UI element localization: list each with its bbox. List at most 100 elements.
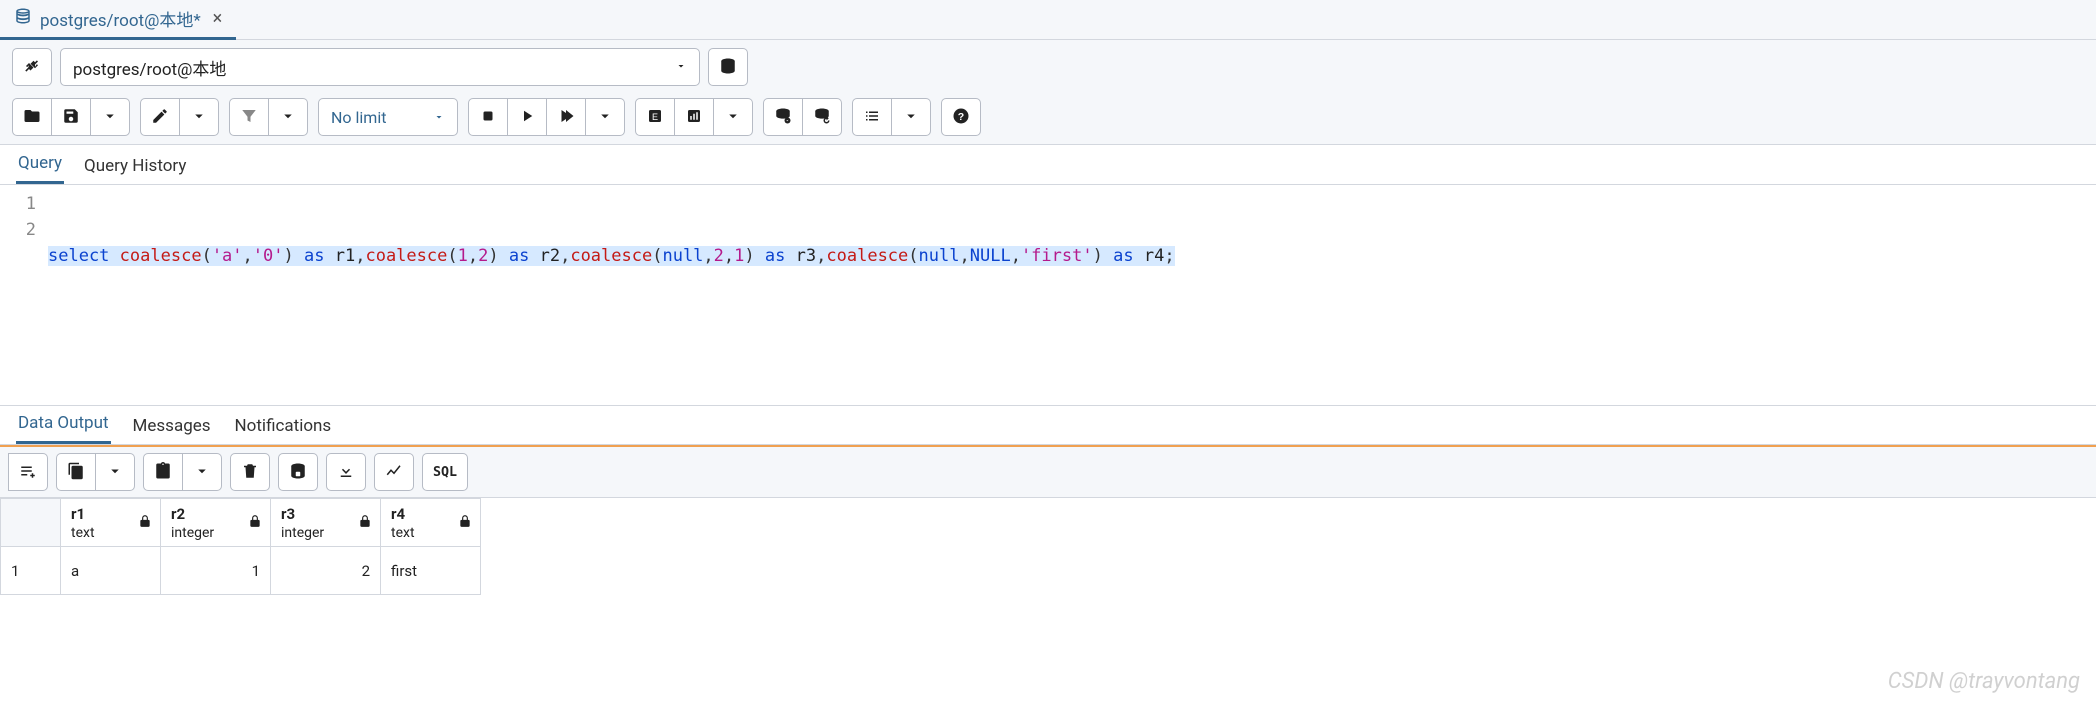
execute-dropdown-button[interactable] (586, 98, 625, 136)
chevron-down-icon (279, 107, 297, 128)
execute-script-button[interactable] (547, 98, 586, 136)
clipboard-icon (154, 462, 172, 483)
cell[interactable]: 2 (271, 547, 381, 595)
chevron-down-icon (596, 107, 614, 128)
copy-dropdown-button[interactable] (96, 453, 135, 491)
server-button[interactable] (708, 48, 748, 86)
column-header[interactable]: r4text (381, 499, 481, 547)
macros-button[interactable] (852, 98, 892, 136)
filter-button[interactable] (229, 98, 269, 136)
copy-button[interactable] (56, 453, 96, 491)
editor-code[interactable]: select coalesce('a','0') as r1,coalesce(… (48, 185, 2096, 405)
cell[interactable]: 1 (161, 547, 271, 595)
chevron-down-icon (101, 107, 119, 128)
connection-value: postgres/root@本地 (73, 55, 226, 80)
save-button[interactable] (52, 98, 91, 136)
file-tab-title: postgres/root@本地* (40, 6, 201, 31)
add-row-button[interactable] (8, 453, 48, 491)
database-icon (719, 57, 737, 78)
main-toolbar: No limit E (0, 94, 2096, 145)
help-icon: ? (952, 107, 970, 128)
save-icon (62, 107, 80, 128)
play-script-icon (557, 107, 575, 128)
tab-notifications[interactable]: Notifications (233, 408, 334, 444)
column-name: r3 (281, 505, 370, 523)
connection-bar: postgres/root@本地 (0, 40, 2096, 94)
connection-status-button[interactable] (12, 48, 52, 86)
column-type: text (71, 525, 95, 541)
file-tab-bar: postgres/root@本地* × (0, 0, 2096, 40)
paste-button[interactable] (143, 453, 183, 491)
tab-query[interactable]: Query (16, 145, 64, 184)
tab-data-output[interactable]: Data Output (16, 405, 111, 444)
row-limit-value: No limit (331, 108, 386, 127)
edit-dropdown-button[interactable] (180, 98, 219, 136)
chevron-down-icon (433, 108, 445, 127)
add-row-icon (19, 462, 37, 483)
filter-icon (240, 107, 258, 128)
explain-analyze-button[interactable] (675, 98, 714, 136)
macros-dropdown-button[interactable] (892, 98, 931, 136)
download-button[interactable] (326, 453, 366, 491)
commit-button[interactable] (763, 98, 803, 136)
save-data-button[interactable] (278, 453, 318, 491)
column-header[interactable]: r3 integer (271, 499, 381, 547)
filter-dropdown-button[interactable] (269, 98, 308, 136)
output-tab-bar: Data Output Messages Notifications (0, 405, 2096, 445)
graph-button[interactable] (374, 453, 414, 491)
delete-row-button[interactable] (230, 453, 270, 491)
chevron-down-icon (724, 107, 742, 128)
file-tab[interactable]: postgres/root@本地* × (0, 0, 236, 40)
svg-text:E: E (652, 111, 658, 121)
sql-editor[interactable]: 1 2 select coalesce('a','0') as r1,coale… (0, 185, 2096, 405)
column-header[interactable]: r1text (61, 499, 161, 547)
rollback-button[interactable] (803, 98, 842, 136)
explain-icon: E (646, 107, 664, 128)
plug-icon (23, 57, 41, 78)
lock-icon (358, 514, 372, 532)
lock-icon (138, 514, 152, 532)
close-icon[interactable]: × (209, 8, 223, 29)
rollback-icon (813, 107, 831, 128)
row-limit-select[interactable]: No limit (318, 98, 458, 136)
line-number: 2 (0, 217, 36, 243)
download-icon (337, 462, 355, 483)
help-button[interactable]: ? (941, 98, 981, 136)
line-number: 1 (0, 191, 36, 217)
chevron-down-icon (193, 462, 211, 483)
svg-text:?: ? (958, 110, 964, 122)
chevron-down-icon (106, 462, 124, 483)
chevron-down-icon (902, 107, 920, 128)
column-type: integer (281, 525, 324, 541)
query-tab-bar: Query Query History (0, 145, 2096, 185)
paste-dropdown-button[interactable] (183, 453, 222, 491)
cell[interactable]: a (61, 547, 161, 595)
sql-view-button[interactable]: SQL (422, 453, 468, 491)
commit-icon (774, 107, 792, 128)
watermark: CSDN @trayvontang (1888, 669, 2080, 694)
column-header[interactable]: r2integer (161, 499, 271, 547)
column-type: integer (171, 525, 214, 541)
execute-button[interactable] (508, 98, 547, 136)
connection-select[interactable]: postgres/root@本地 (60, 48, 700, 86)
editor-gutter: 1 2 (0, 185, 48, 405)
edit-button[interactable] (140, 98, 180, 136)
save-dropdown-button[interactable] (91, 98, 130, 136)
table-row[interactable]: 1a12first (1, 547, 481, 595)
database-icon (14, 7, 32, 30)
pencil-icon (151, 107, 169, 128)
row-number[interactable]: 1 (1, 547, 61, 595)
cell[interactable]: first (381, 547, 481, 595)
tab-messages[interactable]: Messages (131, 408, 213, 444)
line-chart-icon (385, 462, 403, 483)
explain-dropdown-button[interactable] (714, 98, 753, 136)
stop-button[interactable] (468, 98, 508, 136)
folder-icon (23, 107, 41, 128)
rownum-header[interactable] (1, 499, 61, 547)
explain-button[interactable]: E (635, 98, 675, 136)
header-row: r1textr2integer r3 integer r4text (1, 499, 481, 547)
save-data-icon (289, 462, 307, 483)
tab-query-history[interactable]: Query History (82, 148, 188, 184)
sql-label: SQL (433, 465, 457, 480)
open-file-button[interactable] (12, 98, 52, 136)
